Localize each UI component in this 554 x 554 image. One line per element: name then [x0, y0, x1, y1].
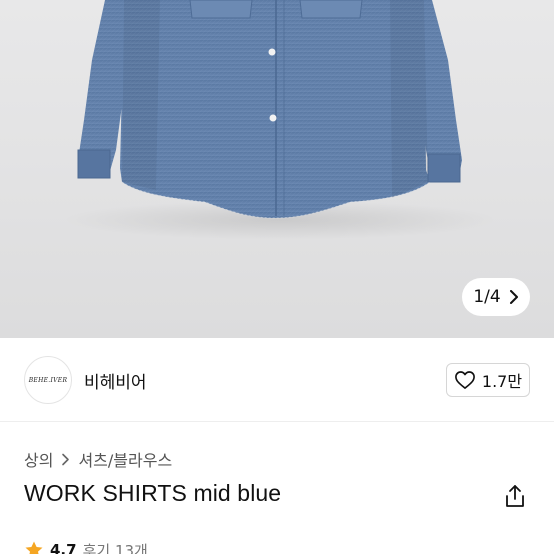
image-counter-text: 1/4: [473, 287, 501, 307]
breadcrumb-item-subcategory[interactable]: 셔츠/블라우스: [78, 447, 172, 471]
rating-row[interactable]: 4.7 후기 13개: [24, 538, 148, 554]
brand-row: BEHE.IVER 비헤비어 1.7만: [24, 352, 530, 408]
like-button[interactable]: 1.7만: [446, 363, 530, 397]
breadcrumb: 상의 셔츠/블라우스: [24, 447, 172, 471]
like-count: 1.7만: [481, 372, 523, 391]
chevron-right-icon: [62, 453, 70, 465]
brand-logo: BEHE.IVER: [28, 376, 68, 384]
product-title: WORK SHIRTS mid blue: [24, 480, 282, 506]
chevron-right-icon: [509, 290, 518, 304]
review-count[interactable]: 후기 13개: [83, 540, 148, 554]
product-image-carousel[interactable]: 1/4: [0, 0, 554, 338]
brand-name[interactable]: 비헤비어: [84, 368, 147, 393]
share-icon[interactable]: [504, 484, 526, 508]
section-divider: [0, 421, 554, 422]
heart-outline-icon: [454, 371, 475, 389]
breadcrumb-item-category[interactable]: 상의: [24, 447, 53, 471]
star-icon: [25, 541, 43, 554]
image-counter[interactable]: 1/4: [462, 278, 530, 316]
rating-score: 4.7: [50, 541, 77, 554]
brand-avatar[interactable]: BEHE.IVER: [24, 356, 72, 404]
